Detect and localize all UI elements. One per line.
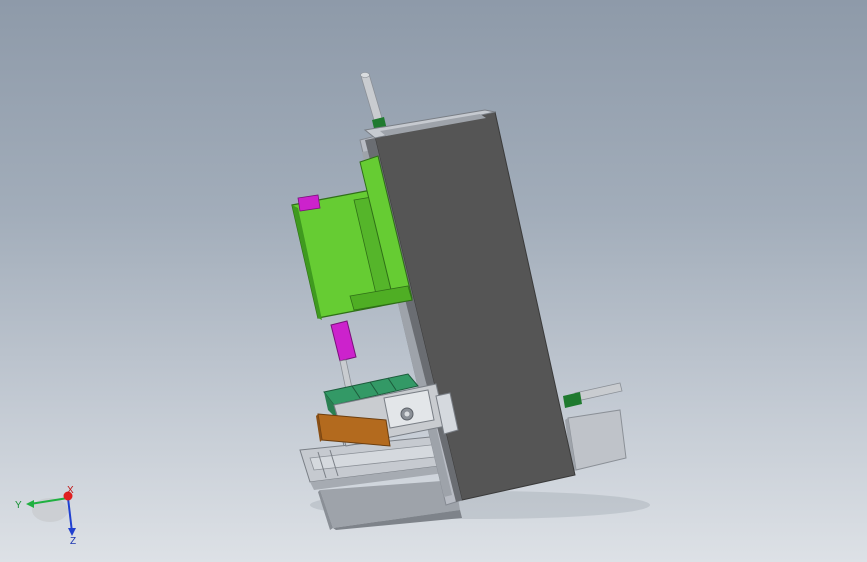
cad-model-view[interactable] <box>0 0 867 562</box>
y-axis-label: Y <box>15 500 22 511</box>
vertical-actuator[interactable] <box>330 320 357 391</box>
y-axis-head-icon <box>26 500 34 508</box>
z-axis-arrow-icon <box>67 497 73 533</box>
coordinate-triad[interactable]: X Y Z <box>12 484 82 546</box>
side-cylinder[interactable] <box>563 382 623 408</box>
right-foot[interactable] <box>565 409 627 472</box>
z-axis-label: Z <box>70 536 76 546</box>
graphics-viewport[interactable]: X Y Z <box>0 0 867 562</box>
x-axis-label: X <box>67 485 74 496</box>
z-axis-head-icon <box>68 528 76 536</box>
base-block[interactable] <box>318 480 462 530</box>
